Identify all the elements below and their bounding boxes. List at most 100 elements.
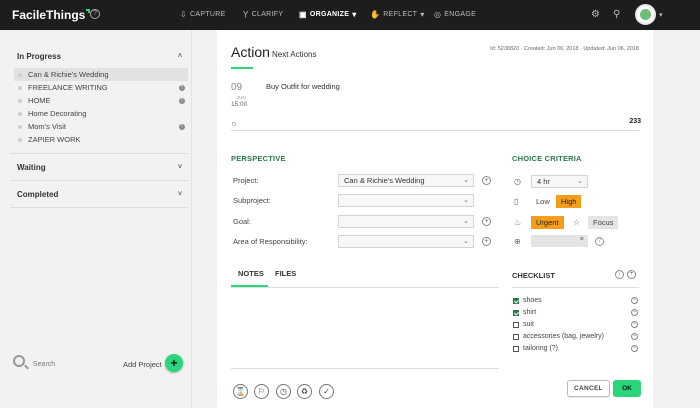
bullet-icon xyxy=(18,98,22,103)
checklist-item[interactable]: tailoring (?) − xyxy=(513,343,638,354)
time-select[interactable]: 4 hr ⌄ xyxy=(531,175,588,188)
checklist-item[interactable]: accessories (bag, jewelry) − xyxy=(513,331,638,342)
sidebar-project-item[interactable]: ZAPIER WORK xyxy=(14,133,188,146)
sidebar-project-item[interactable]: Home Decorating xyxy=(14,107,188,120)
info-icon[interactable]: ! xyxy=(179,123,185,130)
download-icon[interactable]: ↓ xyxy=(615,270,624,279)
add-project-icon[interactable]: + xyxy=(482,176,491,185)
divider xyxy=(512,287,639,288)
hourglass-icon[interactable]: ⌛ xyxy=(233,384,248,399)
action-meta: Id: 5238820 · Created: Jun 06, 2018 · Up… xyxy=(490,46,639,52)
avatar[interactable] xyxy=(635,4,656,25)
tag-icon[interactable]: ⌂ xyxy=(229,119,239,129)
perspective-heading: PERSPECTIVE xyxy=(231,154,286,163)
chevron-down-icon[interactable]: ˅ xyxy=(178,164,182,171)
nav-engage[interactable]: ◎ ENGAGE xyxy=(434,10,476,19)
divider xyxy=(231,368,499,369)
bullet-icon xyxy=(18,137,22,142)
context-select[interactable]: × xyxy=(531,235,588,247)
trash-icon[interactable]: ♻ xyxy=(297,384,312,399)
checklist-heading: CHECKLIST xyxy=(512,271,555,280)
nav-capture[interactable]: ⇩ CAPTURE xyxy=(180,10,226,19)
remove-icon[interactable]: − xyxy=(631,297,638,304)
bullet-icon xyxy=(18,85,22,90)
divider xyxy=(231,287,499,288)
project-select[interactable]: Can & Richie's Wedding ⌄ xyxy=(338,174,474,187)
info-icon[interactable]: ! xyxy=(179,97,185,104)
checkbox[interactable] xyxy=(513,309,519,316)
checklist-item[interactable]: shirt − xyxy=(513,307,638,318)
top-bar: FacileThings ? ⇩ CAPTURE Ỵ CLARIFY ▣ ORGANI… xyxy=(0,0,700,30)
tab-notes[interactable]: NOTES xyxy=(238,269,264,278)
reflect-icon: ✋ xyxy=(370,10,381,19)
energy-low-chip[interactable]: Low xyxy=(531,195,555,208)
bullet-icon xyxy=(18,111,22,116)
subproject-select[interactable]: ⌄ xyxy=(338,194,474,207)
checkbox[interactable] xyxy=(513,333,519,340)
checkmark-icon[interactable]: ✓ xyxy=(319,384,334,399)
app-logo[interactable]: FacileThings xyxy=(12,8,91,22)
add-project-label[interactable]: Add Project xyxy=(123,360,162,369)
due-date-time[interactable]: 15:00 xyxy=(231,101,247,108)
chevron-up-icon[interactable]: ˄ xyxy=(178,53,182,60)
goal-select[interactable]: ⌄ xyxy=(338,215,474,228)
section-completed[interactable]: Completed ˅ xyxy=(0,183,192,205)
remove-icon[interactable]: − xyxy=(631,321,638,328)
subproject-label: Subproject: xyxy=(233,196,271,205)
battery-icon: ▯ xyxy=(514,197,519,206)
funnel-icon: Ỵ xyxy=(243,10,249,19)
clear-icon[interactable]: × xyxy=(580,236,584,243)
checklist-item[interactable]: shoes − xyxy=(513,295,638,306)
question-icon[interactable]: ? xyxy=(595,237,604,246)
checkbox[interactable] xyxy=(513,345,519,352)
area-select[interactable]: ⌄ xyxy=(338,235,474,248)
energy-high-chip[interactable]: High xyxy=(556,195,582,208)
chevron-down-icon[interactable]: ˅ xyxy=(178,191,182,198)
search-label[interactable]: Search xyxy=(33,361,55,368)
checklist-item[interactable]: suit − xyxy=(513,319,638,330)
checkbox[interactable] xyxy=(513,297,519,304)
tab-files[interactable]: FILES xyxy=(275,269,296,278)
chevron-down-icon: ⌄ xyxy=(463,197,469,204)
section-in-progress[interactable]: In Progress ˄ xyxy=(0,45,192,67)
sidebar-project-item[interactable]: Can & Richie's Wedding xyxy=(14,68,188,81)
nav-reflect[interactable]: ✋ REFLECT ▾ xyxy=(370,10,425,19)
search-top-icon[interactable]: ⚲ xyxy=(613,9,620,20)
goal-label: Goal: xyxy=(233,217,251,226)
chevron-down-icon: ⌄ xyxy=(463,218,469,225)
info-icon[interactable]: ! xyxy=(179,84,185,91)
action-description[interactable]: Buy Outfit for wedding xyxy=(266,82,340,91)
nav-clarify[interactable]: Ỵ CLARIFY xyxy=(243,10,283,19)
checkbox[interactable] xyxy=(513,321,519,328)
add-project-button[interactable]: + xyxy=(165,354,183,372)
remove-icon[interactable]: − xyxy=(631,333,638,340)
chevron-down-icon[interactable]: ▾ xyxy=(659,11,663,19)
settings-icon[interactable]: ⚙ xyxy=(591,9,600,20)
add-area-icon[interactable]: + xyxy=(482,237,491,246)
cancel-button[interactable]: CANCEL xyxy=(567,380,610,397)
area-label: Area of Responsibility: xyxy=(233,237,308,246)
sidebar-project-item[interactable]: HOME! xyxy=(14,94,188,107)
project-label: Project: xyxy=(233,176,259,185)
add-item-icon[interactable]: + xyxy=(627,270,636,279)
remove-icon[interactable]: − xyxy=(631,309,638,316)
bookmark-icon[interactable]: ⚐ xyxy=(254,384,269,399)
sidebar-project-item[interactable]: Mom's Visit! xyxy=(14,120,188,133)
clock-icon: ◷ xyxy=(514,177,521,186)
action-card: Action Next Actions Id: 5238820 · Create… xyxy=(217,30,653,408)
urgent-chip[interactable]: Urgent xyxy=(531,216,564,229)
clock-icon[interactable]: ◷ xyxy=(276,384,291,399)
due-date-month[interactable]: JUN xyxy=(237,95,246,100)
add-goal-icon[interactable]: + xyxy=(482,217,491,226)
flame-icon: ♨ xyxy=(514,218,522,227)
section-waiting[interactable]: Waiting ˅ xyxy=(0,156,192,178)
ok-button[interactable]: OK xyxy=(613,380,641,397)
help-icon[interactable]: ? xyxy=(90,9,100,19)
search-icon[interactable] xyxy=(13,355,25,367)
star-icon[interactable]: ☆ xyxy=(573,218,580,227)
sidebar-project-item[interactable]: FREELANCE WRITING! xyxy=(14,81,188,94)
remove-icon[interactable]: − xyxy=(631,345,638,352)
focus-chip[interactable]: Focus xyxy=(588,216,619,229)
due-date-day[interactable]: 09 xyxy=(231,82,242,93)
nav-organize[interactable]: ▣ ORGANIZE ▾ xyxy=(299,10,357,19)
